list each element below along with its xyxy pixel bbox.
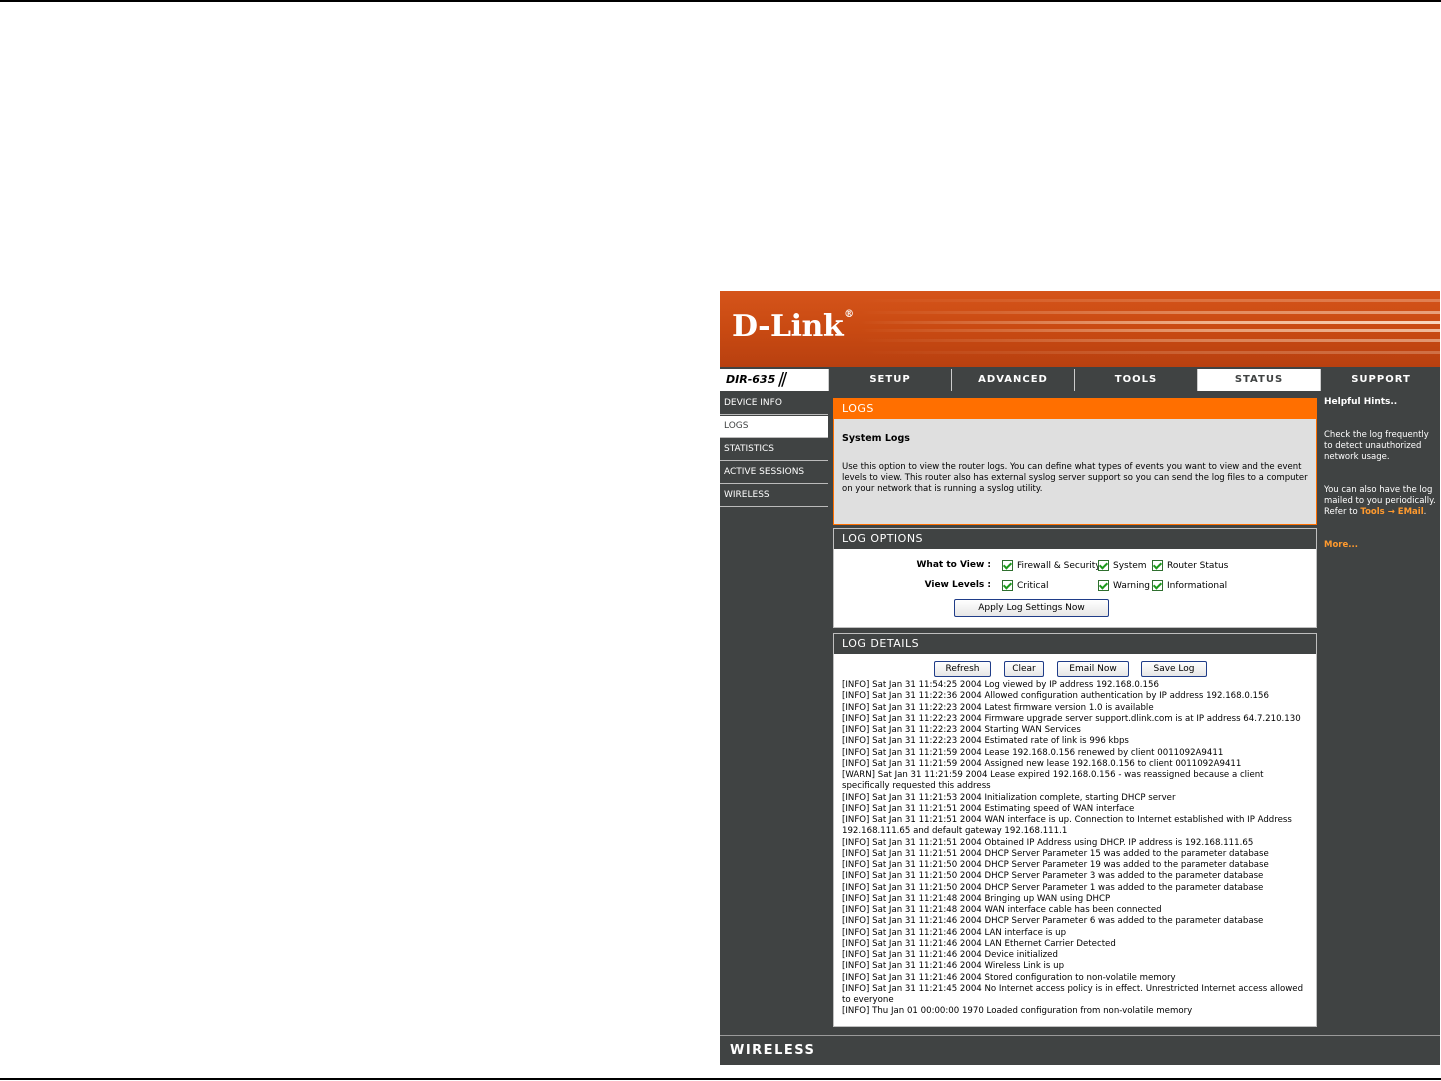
log-line: [INFO] Sat Jan 31 11:21:53 2004 Initiali… xyxy=(842,792,1176,803)
log-details-panel: LOG DETAILS Refresh Clear Email Now Save… xyxy=(833,633,1317,1027)
log-line: [INFO] Sat Jan 31 11:21:46 2004 DHCP Ser… xyxy=(842,916,1264,927)
log-options-panel: LOG OPTIONS What to View : Firewall & Se… xyxy=(833,528,1317,628)
hint-check-log: Check the log frequently to detect unaut… xyxy=(1324,430,1429,462)
critical-option[interactable]: Critical xyxy=(1002,580,1048,591)
log-line: [INFO] Sat Jan 31 11:22:23 2004 Estimate… xyxy=(842,736,1129,747)
clear-button[interactable]: Clear xyxy=(1004,661,1044,677)
sidebar-item-device-info[interactable]: DEVICE INFO xyxy=(720,393,828,415)
log-line: [INFO] Sat Jan 31 11:21:46 2004 Wireless… xyxy=(842,961,1065,972)
helpful-hints: Helpful Hints.. Check the log frequently… xyxy=(1320,393,1438,551)
sidebar-item-active-sessions[interactable]: ACTIVE SESSIONS xyxy=(720,462,828,484)
log-line: [INFO] Sat Jan 31 11:22:23 2004 Starting… xyxy=(842,725,1081,735)
sidebar-item-statistics[interactable]: STATISTICS xyxy=(720,439,828,461)
what-to-view-label: What to View : xyxy=(916,560,991,570)
log-line: [INFO] Sat Jan 31 11:22:36 2004 Allowed … xyxy=(842,691,1269,702)
top-nav: DIR-635// SETUP ADVANCED TOOLS STATUS SU… xyxy=(720,367,1440,393)
tab-status[interactable]: STATUS xyxy=(1197,369,1320,391)
informational-checkbox[interactable] xyxy=(1152,580,1163,591)
system-logs-title: System Logs xyxy=(842,433,910,444)
banner: D-Link® xyxy=(720,291,1440,367)
log-line: [INFO] Sat Jan 31 11:21:50 2004 DHCP Ser… xyxy=(842,871,1264,882)
tab-advanced[interactable]: ADVANCED xyxy=(951,369,1074,391)
footer: WIRELESS xyxy=(720,1035,1440,1065)
log-line: [INFO] Sat Jan 31 11:21:50 2004 DHCP Ser… xyxy=(842,860,1269,870)
save-log-button[interactable]: Save Log xyxy=(1141,661,1207,677)
log-line: [WARN] Sat Jan 31 11:21:59 2004 Lease ex… xyxy=(842,770,1264,792)
view-levels-label: View Levels : xyxy=(924,580,991,590)
bottom-rule xyxy=(0,1078,1441,1080)
log-line: [INFO] Sat Jan 31 11:54:25 2004 Log view… xyxy=(842,680,1159,690)
model-label: DIR-635// xyxy=(720,369,828,391)
log-line: [INFO] Sat Jan 31 11:21:46 2004 Stored c… xyxy=(842,972,1176,983)
tab-tools[interactable]: TOOLS xyxy=(1074,369,1197,391)
tools-email-link[interactable]: Tools → EMail xyxy=(1360,507,1423,517)
log-line: [INFO] Sat Jan 31 11:21:46 2004 Device i… xyxy=(842,950,1058,960)
router-status-checkbox[interactable] xyxy=(1152,560,1163,571)
logs-intro-panel: LOGS System Logs Use this option to view… xyxy=(833,398,1317,525)
apply-log-settings-button[interactable]: Apply Log Settings Now xyxy=(954,599,1109,617)
log-line: [INFO] Sat Jan 31 11:21:48 2004 Bringing… xyxy=(842,893,1111,904)
tab-support[interactable]: SUPPORT xyxy=(1320,369,1440,391)
dlink-logo: D-Link® xyxy=(732,309,854,344)
log-line: [INFO] Sat Jan 31 11:21:51 2004 Estimati… xyxy=(842,803,1135,814)
firewall-security-option[interactable]: Firewall & Security xyxy=(1002,560,1101,571)
sidebar: DEVICE INFO LOGS STATISTICS ACTIVE SESSI… xyxy=(720,393,828,508)
system-option[interactable]: System xyxy=(1098,560,1147,571)
log-line: [INFO] Sat Jan 31 11:21:48 2004 WAN inte… xyxy=(842,905,1162,915)
system-checkbox[interactable] xyxy=(1098,560,1109,571)
informational-option[interactable]: Informational xyxy=(1152,580,1227,591)
log-line: [INFO] Sat Jan 31 11:21:59 2004 Lease 19… xyxy=(842,747,1224,758)
log-line: [INFO] Sat Jan 31 11:21:51 2004 DHCP Ser… xyxy=(842,848,1269,859)
router-admin-ui: D-Link® DIR-635// SETUP ADVANCED TOOLS S… xyxy=(720,291,1440,1065)
log-line: [INFO] Sat Jan 31 11:21:50 2004 DHCP Ser… xyxy=(842,882,1264,893)
wireless-logo: WIRELESS xyxy=(730,1043,816,1058)
log-line: [INFO] Sat Jan 31 11:21:59 2004 Assigned… xyxy=(842,758,1242,769)
log-line: [INFO] Sat Jan 31 11:21:51 2004 WAN inte… xyxy=(842,815,1292,837)
warning-option[interactable]: Warning xyxy=(1098,580,1150,591)
log-line: [INFO] Sat Jan 31 11:21:45 2004 No Inter… xyxy=(842,983,1304,1005)
logs-description: Use this option to view the router logs.… xyxy=(842,462,1308,494)
more-link[interactable]: More... xyxy=(1324,540,1438,551)
sidebar-item-wireless[interactable]: WIRELESS xyxy=(720,485,828,507)
email-now-button[interactable]: Email Now xyxy=(1057,661,1129,677)
hints-title: Helpful Hints.. xyxy=(1324,397,1398,407)
refresh-button[interactable]: Refresh xyxy=(934,661,991,677)
tab-setup[interactable]: SETUP xyxy=(828,369,951,391)
critical-checkbox[interactable] xyxy=(1002,580,1013,591)
log-line: [INFO] Sat Jan 31 11:21:51 2004 Obtained… xyxy=(842,837,1254,848)
log-line: [INFO] Sat Jan 31 11:22:23 2004 Firmware… xyxy=(842,713,1301,724)
logs-header: LOGS xyxy=(834,399,1316,419)
log-line: [INFO] Sat Jan 31 11:22:23 2004 Latest f… xyxy=(842,702,1154,713)
log-details-header: LOG DETAILS xyxy=(834,634,1316,654)
log-line: [INFO] Thu Jan 01 00:00:00 1970 Loaded c… xyxy=(842,1006,1193,1017)
firewall-security-checkbox[interactable] xyxy=(1002,560,1013,571)
warning-checkbox[interactable] xyxy=(1098,580,1109,591)
sidebar-item-logs[interactable]: LOGS xyxy=(720,416,828,438)
log-options-header: LOG OPTIONS xyxy=(834,529,1316,549)
hint-email-log: You can also have the log mailed to you … xyxy=(1324,485,1436,517)
log-line: [INFO] Sat Jan 31 11:21:46 2004 LAN inte… xyxy=(842,927,1067,938)
top-rule xyxy=(0,0,1441,2)
log-line: [INFO] Sat Jan 31 11:21:46 2004 LAN Ethe… xyxy=(842,938,1116,949)
log-entries: [INFO] Sat Jan 31 11:54:25 2004 Log view… xyxy=(842,680,1310,1018)
router-status-option[interactable]: Router Status xyxy=(1152,560,1228,571)
